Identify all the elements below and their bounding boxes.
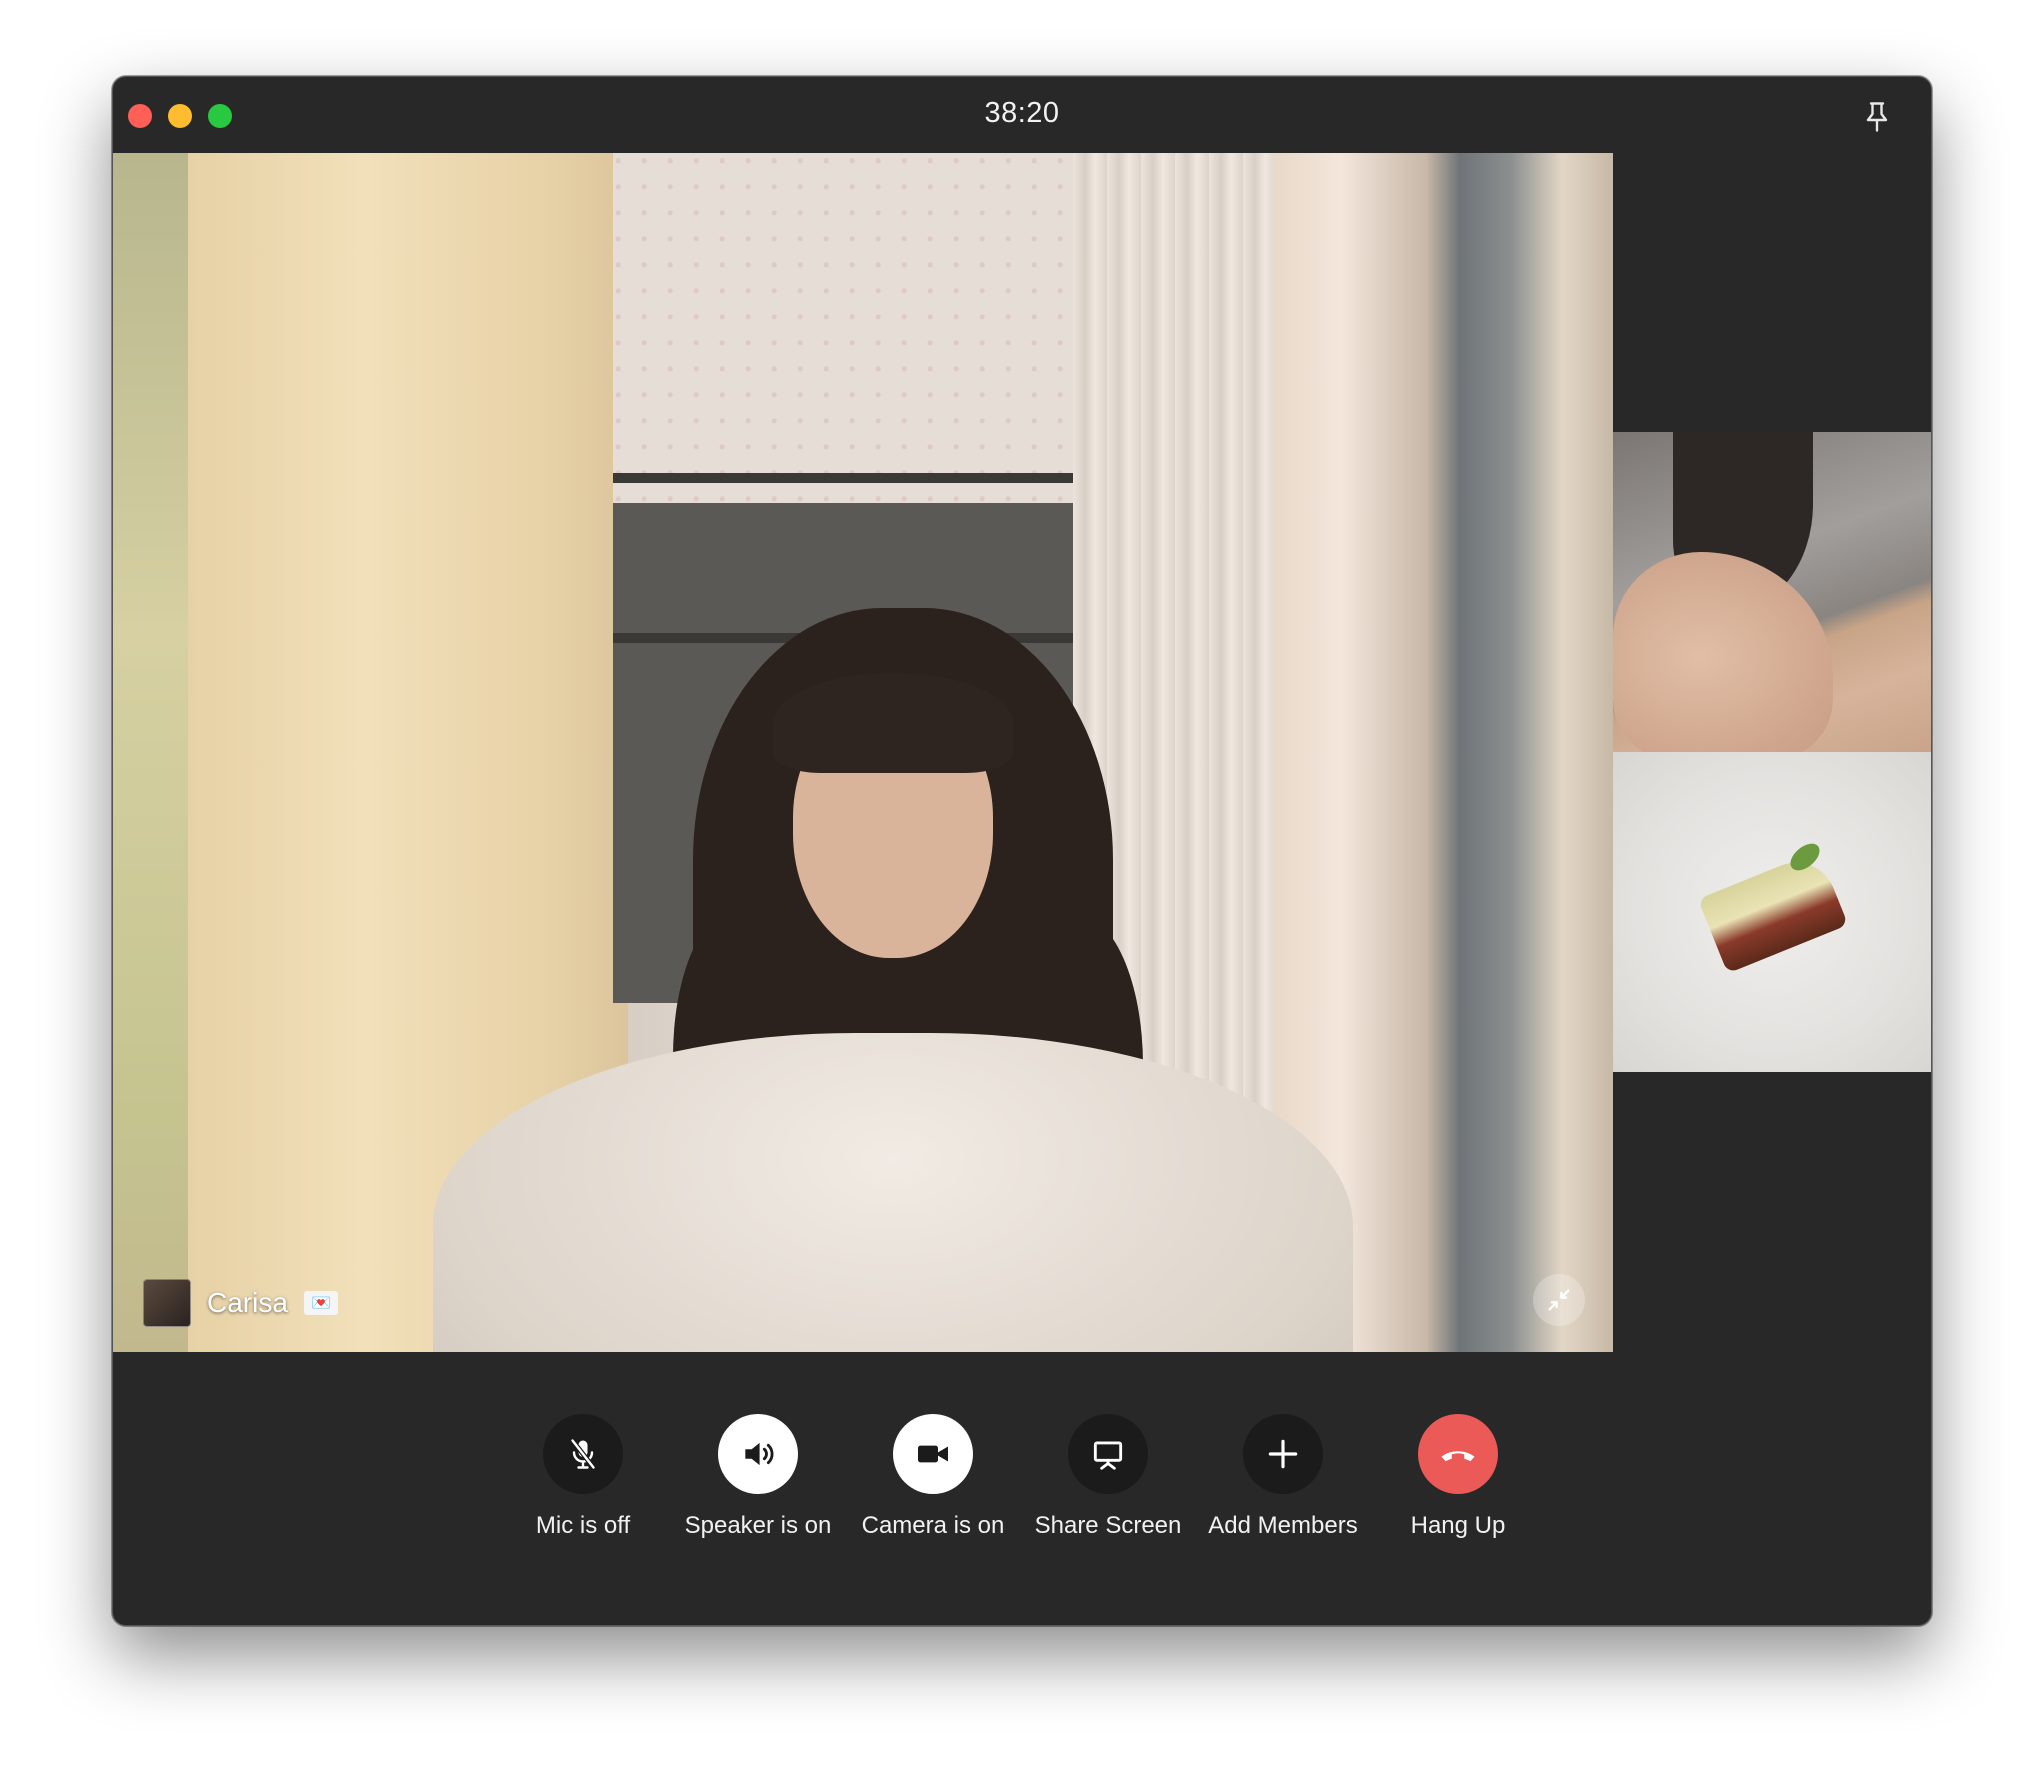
speaker-button-label: Speaker is on bbox=[684, 1512, 832, 1539]
call-timer: 38:20 bbox=[984, 97, 1060, 129]
camera-button-label: Camera is on bbox=[861, 1512, 1005, 1539]
thumbnail-hand bbox=[1613, 552, 1833, 752]
collapse-icon bbox=[1548, 1289, 1570, 1311]
share-screen-label: Share Screen bbox=[1034, 1512, 1182, 1539]
call-controls-bar: Mic is off Speaker is on Camera is on Sh… bbox=[113, 1414, 1931, 1554]
hang-up-icon bbox=[1441, 1451, 1475, 1462]
hang-up-label: Hang Up bbox=[1410, 1512, 1506, 1539]
video-call-window: 38:20 Carisa 💌 Mic is off Speaker is on … bbox=[112, 76, 1932, 1626]
camera-toggle-button[interactable]: Camera is on bbox=[848, 1414, 1018, 1540]
screen-share-icon bbox=[1093, 1441, 1123, 1470]
add-members-button-circle[interactable] bbox=[1243, 1414, 1323, 1494]
camera-button-circle[interactable] bbox=[893, 1414, 973, 1494]
speaker-icon bbox=[745, 1442, 774, 1466]
pin-icon[interactable] bbox=[1859, 99, 1895, 135]
hang-up-button[interactable]: Hang Up bbox=[1373, 1414, 1543, 1540]
camera-icon bbox=[918, 1445, 948, 1463]
participant-thumbnail-1[interactable] bbox=[1613, 432, 1931, 752]
participant-bangs bbox=[773, 673, 1013, 773]
participant-name-tag: Carisa 💌 bbox=[143, 1278, 338, 1328]
cake-slice bbox=[1697, 850, 1849, 974]
mic-button-label: Mic is off bbox=[535, 1512, 631, 1539]
hang-up-button-circle[interactable] bbox=[1418, 1414, 1498, 1494]
plus-icon bbox=[1268, 1439, 1298, 1469]
mic-button-circle[interactable] bbox=[543, 1414, 623, 1494]
mic-toggle-button[interactable]: Mic is off bbox=[498, 1414, 668, 1540]
main-video-feed[interactable]: Carisa 💌 bbox=[113, 153, 1613, 1352]
title-bar: 38:20 bbox=[113, 77, 1931, 153]
share-screen-button-circle[interactable] bbox=[1068, 1414, 1148, 1494]
participant-name: Carisa bbox=[207, 1287, 288, 1318]
participant-thumbnail-2[interactable] bbox=[1613, 752, 1931, 1072]
mic-off-icon bbox=[570, 1438, 596, 1470]
speaker-toggle-button[interactable]: Speaker is on bbox=[673, 1414, 843, 1540]
add-members-button[interactable]: Add Members bbox=[1198, 1414, 1368, 1540]
participant-avatar bbox=[143, 1279, 191, 1327]
collapse-view-button[interactable] bbox=[1533, 1274, 1585, 1326]
love-letter-emoji: 💌 bbox=[303, 1291, 338, 1315]
add-members-label: Add Members bbox=[1208, 1512, 1358, 1539]
share-screen-button[interactable]: Share Screen bbox=[1023, 1414, 1193, 1540]
speaker-button-circle[interactable] bbox=[718, 1414, 798, 1494]
